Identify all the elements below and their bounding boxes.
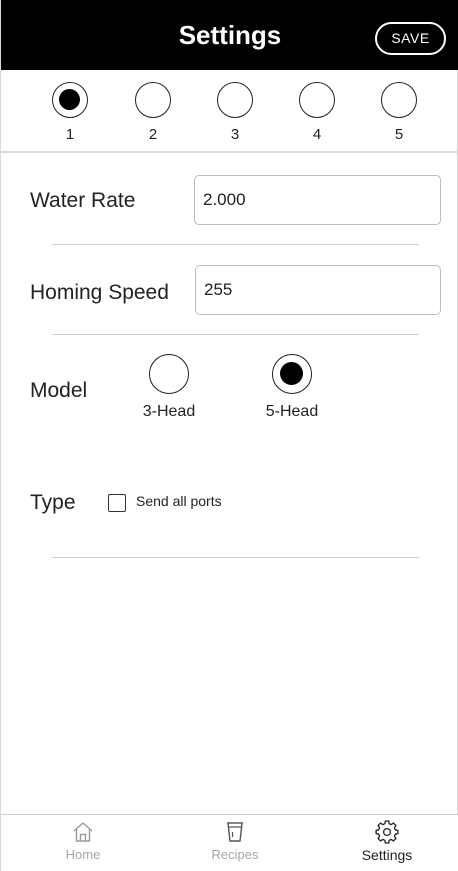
save-button[interactable]: SAVE bbox=[375, 22, 446, 55]
nav-home[interactable]: Home bbox=[43, 820, 123, 862]
bottom-nav: Home Recipes Settings bbox=[1, 814, 458, 871]
water-rate-label: Water Rate bbox=[30, 189, 136, 212]
profile-radio-4[interactable] bbox=[299, 82, 335, 118]
divider bbox=[52, 557, 419, 558]
model-option-label: 5-Head bbox=[265, 403, 319, 420]
profile-option-5[interactable]: 5 bbox=[379, 82, 419, 147]
profile-selector: 1 2 3 4 5 bbox=[1, 70, 458, 153]
profile-option-3[interactable]: 3 bbox=[215, 82, 255, 147]
profile-radio-3[interactable] bbox=[217, 82, 253, 118]
profile-label-3: 3 bbox=[230, 126, 240, 143]
nav-settings-label: Settings bbox=[361, 847, 413, 863]
model-option-5-head[interactable]: 5-Head bbox=[247, 354, 337, 421]
model-option-3-head[interactable]: 3-Head bbox=[124, 354, 214, 421]
profile-label-2: 2 bbox=[148, 126, 158, 143]
model-radio-3-head[interactable] bbox=[149, 354, 189, 394]
divider bbox=[52, 334, 419, 335]
water-rate-input[interactable]: 2.000 bbox=[194, 175, 441, 225]
send-all-ports-checkbox[interactable] bbox=[108, 494, 126, 512]
nav-recipes[interactable]: Recipes bbox=[195, 820, 275, 862]
type-label: Type bbox=[30, 491, 76, 514]
profile-label-1: 1 bbox=[65, 126, 75, 143]
divider bbox=[52, 244, 419, 245]
homing-speed-label: Homing Speed bbox=[30, 281, 169, 304]
nav-recipes-label: Recipes bbox=[211, 847, 259, 862]
nav-settings[interactable]: Settings bbox=[347, 820, 427, 863]
model-radio-5-head[interactable] bbox=[272, 354, 312, 394]
profile-radio-2[interactable] bbox=[135, 82, 171, 118]
model-label: Model bbox=[30, 379, 88, 402]
profile-label-4: 4 bbox=[312, 126, 322, 143]
profile-option-4[interactable]: 4 bbox=[297, 82, 337, 147]
profile-label-5: 5 bbox=[394, 126, 404, 143]
gear-icon bbox=[375, 820, 399, 844]
header-bar: Settings SAVE bbox=[1, 0, 458, 70]
home-icon bbox=[73, 822, 93, 842]
settings-screen: Settings SAVE 1 2 3 4 5 Water Rate 2.000… bbox=[0, 0, 458, 871]
profile-radio-1[interactable] bbox=[52, 82, 88, 118]
profile-option-1[interactable]: 1 bbox=[50, 82, 90, 147]
homing-speed-input[interactable]: 255 bbox=[195, 265, 441, 315]
nav-home-label: Home bbox=[65, 847, 101, 862]
profile-option-2[interactable]: 2 bbox=[133, 82, 173, 147]
recipes-cup-icon bbox=[227, 822, 243, 842]
send-all-ports-label[interactable]: Send all ports bbox=[136, 493, 222, 509]
profile-radio-5[interactable] bbox=[381, 82, 417, 118]
model-option-label: 3-Head bbox=[142, 403, 196, 420]
